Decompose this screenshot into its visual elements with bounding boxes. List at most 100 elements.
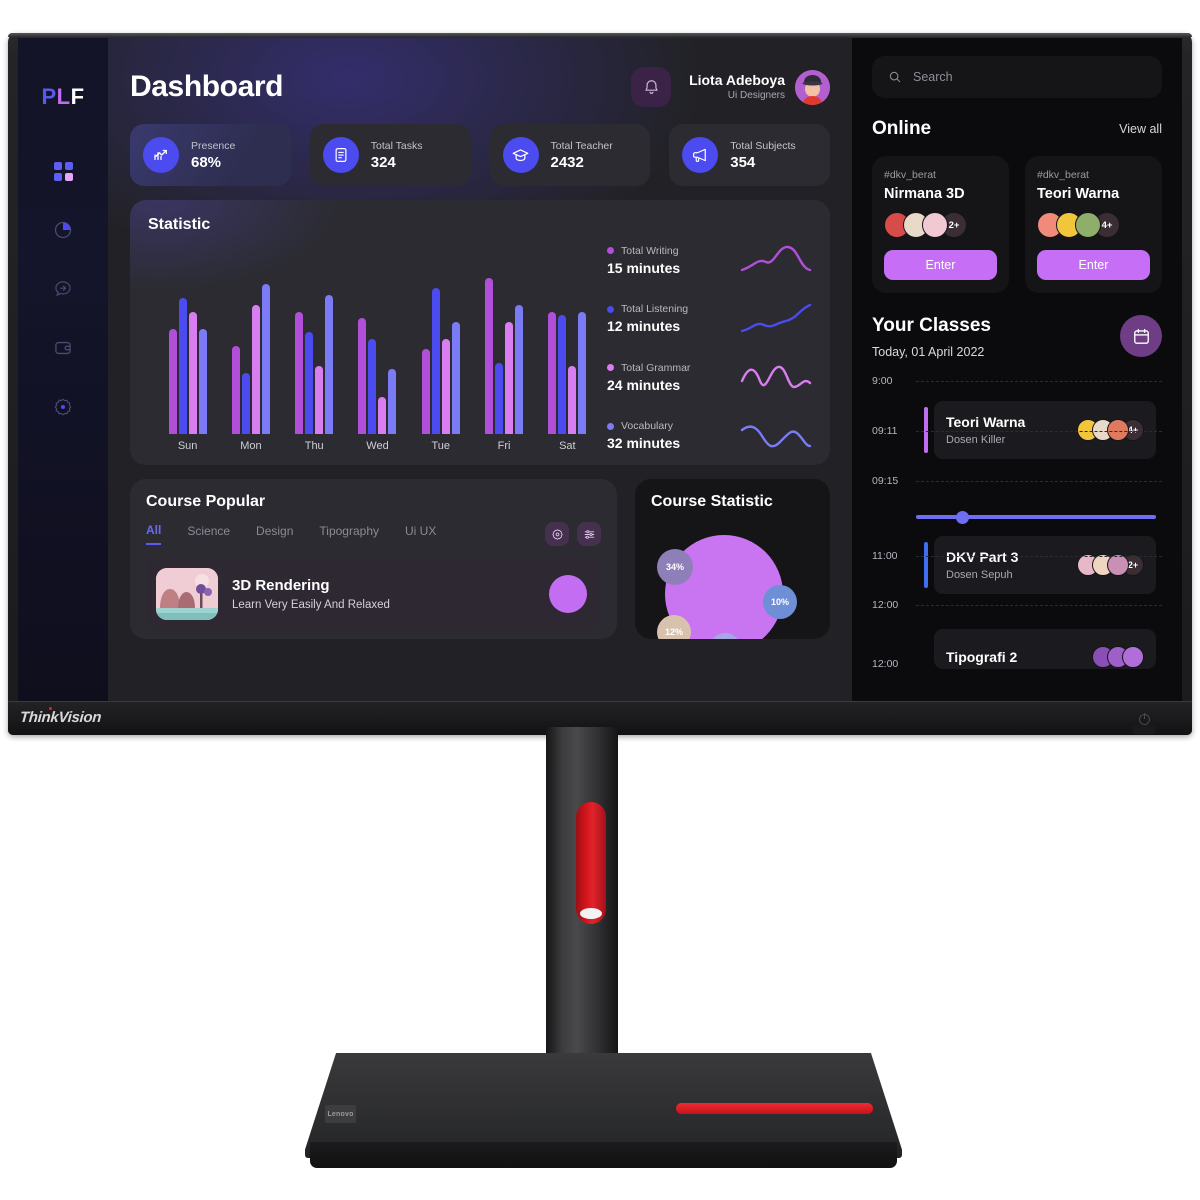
- stat-text: Total Subjects 354: [730, 140, 795, 171]
- timeline-row-1100: 11:00: [872, 550, 1162, 562]
- bar-total-grammar-thu: [315, 366, 324, 434]
- bar-total-listening-sat: [558, 315, 567, 434]
- x-tick-thu: Thu: [304, 440, 324, 452]
- stat-card-presence[interactable]: Presence 68%: [130, 124, 291, 186]
- user-name: Liota Adeboya: [689, 72, 785, 88]
- stat-label: Presence: [191, 139, 236, 152]
- enter-button[interactable]: Enter: [884, 250, 997, 280]
- legend-label-text: Total Grammar: [621, 361, 691, 374]
- class-event-dkv-part-3[interactable]: DKV Part 3 Dosen Sepuh 2+: [924, 536, 1156, 594]
- sidebar-item-analytics[interactable]: [48, 215, 78, 245]
- document-icon: [335, 148, 347, 162]
- class-event-teori-warna[interactable]: Teori Warna Dosen Killer 4+: [924, 401, 1156, 459]
- sidebar-item-settings[interactable]: [48, 392, 78, 422]
- neck-cable-hole: [580, 908, 602, 919]
- x-tick-sat: Sat: [559, 440, 576, 452]
- tab-tipography[interactable]: Tipography: [319, 524, 379, 544]
- stat-text: Total Tasks 324: [371, 140, 423, 171]
- course-item[interactable]: 3D Rendering Learn Very Easily And Relax…: [146, 558, 601, 630]
- right-rail: Search Online View all #dkv_berat Nirman…: [852, 38, 1182, 733]
- tab-science[interactable]: Science: [187, 524, 230, 544]
- room-card-nirmana-3d[interactable]: #dkv_berat Nirmana 3D 2+ Enter: [872, 156, 1009, 293]
- course-settings-button[interactable]: [545, 522, 569, 546]
- user-profile[interactable]: Liota Adeboya Ui Designers: [689, 69, 830, 105]
- classes-heading: Your Classes: [872, 315, 991, 336]
- sidebar-item-messages[interactable]: [48, 274, 78, 304]
- bar-group-thu: [292, 264, 336, 434]
- avatar: [922, 212, 948, 238]
- classes-timeline: 9:00 Teori Warna Dosen Killer 4+ 09:11 0…: [872, 375, 1162, 670]
- avatar: [1107, 554, 1129, 576]
- course-text: 3D Rendering Learn Very Easily And Relax…: [232, 577, 390, 611]
- search-bar[interactable]: Search: [872, 56, 1162, 98]
- statistic-title: Statistic: [148, 216, 211, 233]
- x-tick-fri: Fri: [497, 440, 511, 452]
- avatar: [1075, 212, 1101, 238]
- tab-ui-ux[interactable]: Ui UX: [405, 524, 436, 544]
- classes-header-text: Your Classes Today, 01 April 2022: [872, 315, 991, 359]
- legend-sparkline: [740, 303, 812, 332]
- event-title: Teori Warna: [946, 414, 1026, 430]
- calendar-button[interactable]: [1120, 315, 1162, 357]
- sidebar-item-dashboard[interactable]: [48, 156, 78, 186]
- stat-value: 324: [370, 153, 396, 171]
- avatar[interactable]: [795, 69, 830, 105]
- room-avatars: 4+: [1037, 212, 1150, 238]
- timeline-progress-slider[interactable]: [916, 510, 1156, 524]
- stat-card-total-teacher[interactable]: Total Teacher 2432: [489, 124, 651, 186]
- bar-group-mon: [229, 264, 273, 434]
- search-icon: [889, 71, 901, 83]
- legend-value: 12 minutes: [607, 318, 681, 335]
- power-button-tab: [1132, 725, 1156, 734]
- bar-total-grammar-wed: [378, 396, 387, 434]
- legend-label: Total Grammar: [607, 362, 690, 374]
- top-bar-right: Liota Adeboya Ui Designers: [631, 67, 830, 107]
- sidebar: PLF: [18, 38, 108, 733]
- stat-value: 68%: [191, 153, 222, 171]
- course-statistic-title: Course Statistic: [651, 493, 773, 510]
- bar-total-listening-sun: [178, 298, 187, 434]
- search-input[interactable]: Search: [913, 70, 953, 84]
- room-title: Nirmana 3D: [884, 186, 965, 202]
- stat-label: Total Tasks: [370, 139, 423, 152]
- classes-date: Today, 01 April 2022: [872, 345, 985, 359]
- document-icon-wrap: [322, 137, 359, 173]
- graduation-cap-icon: [512, 148, 529, 161]
- tab-design[interactable]: Design: [256, 524, 293, 544]
- legend-label: Vocabulary: [607, 420, 680, 432]
- course-popular-title: Course Popular: [146, 493, 266, 510]
- slider-knob[interactable]: [956, 510, 969, 524]
- power-button[interactable]: [1139, 713, 1150, 725]
- pie-chart-icon: [54, 221, 72, 239]
- event-lecturer: Dosen Sepuh: [946, 569, 1013, 581]
- top-bar: Dashboard Liota Adeboya Ui Designers: [130, 56, 830, 118]
- stat-card-total-tasks[interactable]: Total Tasks 324: [309, 124, 471, 186]
- stat-card-total-subjects[interactable]: Total Subjects 354: [669, 124, 830, 186]
- tab-all[interactable]: All: [146, 523, 162, 545]
- enter-button[interactable]: Enter: [1037, 250, 1150, 280]
- timeline-row-1200-b: 12:00: [872, 658, 1162, 670]
- sidebar-item-wallet[interactable]: [48, 333, 78, 363]
- timeline-divider: [916, 605, 1162, 606]
- bar-vocabulary-tue: [451, 321, 460, 434]
- notification-button[interactable]: [631, 67, 672, 107]
- course-statistic-chart: 34% 10% 12%: [651, 527, 826, 639]
- legend-item-total-writing: Total Writing 15 minutes: [607, 244, 812, 276]
- event-title: DKV Part 3: [946, 549, 1019, 565]
- sidebar-nav: [48, 156, 78, 422]
- legend-text: Vocabulary 32 minutes: [607, 420, 680, 451]
- course-popular-panel: Course Popular All Science Design Tipogr…: [130, 479, 617, 639]
- class-event-tipografi-2[interactable]: Tipografi 2: [934, 629, 1156, 669]
- play-button[interactable]: [549, 575, 587, 613]
- course-filter-button[interactable]: [577, 522, 601, 546]
- bezel-edge: [8, 701, 1192, 702]
- course-tools: [545, 522, 601, 546]
- bar-chart: Sun Mon Thu Wed Tue Fri Sat: [148, 234, 607, 452]
- stat-label: Total Subjects: [730, 139, 796, 152]
- legend-value: 32 minutes: [607, 435, 681, 452]
- bar-vocabulary-wed: [388, 369, 397, 434]
- stat-value: 354: [730, 153, 756, 171]
- room-card-teori-warna[interactable]: #dkv_berat Teori Warna 4+ Enter: [1025, 156, 1162, 293]
- view-all-link[interactable]: View all: [1119, 122, 1162, 136]
- timeline-row-0911: 09:11: [872, 425, 1162, 437]
